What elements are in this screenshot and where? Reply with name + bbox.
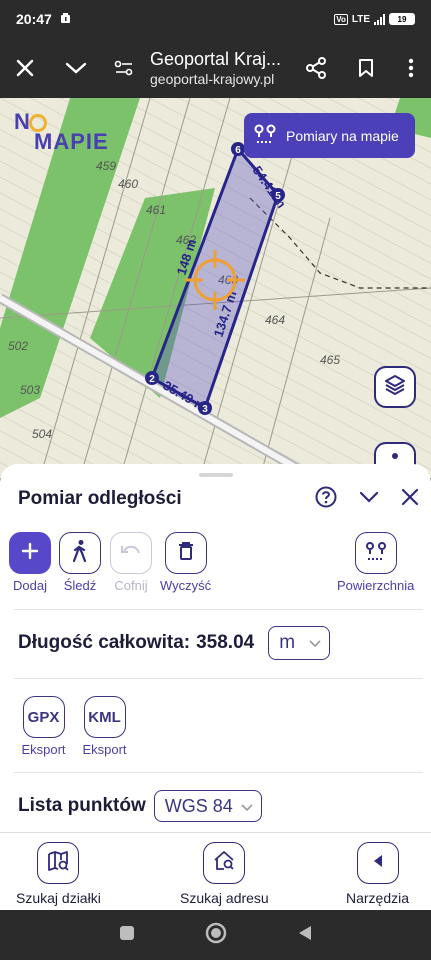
measure-panel: Pomiar odległości Dodaj Śledź Cofnij Wyc… [0, 464, 431, 832]
tools-button[interactable]: Narzędzia [346, 842, 409, 906]
home-search-icon [213, 850, 235, 877]
layers-button[interactable] [374, 366, 416, 408]
export-kml-button[interactable]: KML Eksport [77, 696, 132, 757]
measure-on-map-button[interactable]: Pomiary na mapie [244, 113, 415, 158]
parcel-number: 502 [8, 339, 28, 353]
parcel-number: 459 [96, 159, 116, 173]
total-length-value: 358.04 [196, 632, 255, 653]
track-label: Śledź [63, 578, 97, 593]
area-label: Powierzchnia [337, 578, 415, 593]
clear-label: Wyczyść [160, 578, 212, 593]
search-address-label: Szukaj adresu [180, 890, 269, 906]
browser-toolbar: Geoportal Kraj... geoportal-krajowy.pl [0, 38, 431, 98]
layers-icon [384, 374, 406, 401]
kml-format: KML [83, 696, 126, 738]
map-search-icon [47, 850, 70, 877]
divider [14, 678, 423, 679]
divider [14, 609, 423, 610]
export-gpx-button[interactable]: GPX Eksport [16, 696, 71, 757]
site-settings-icon[interactable] [102, 38, 146, 98]
parcel-number: 504 [32, 427, 52, 441]
gpx-format: GPX [22, 696, 65, 738]
map-view[interactable]: 459 460 461 462 463 464 465 502 503 504 … [0, 98, 431, 478]
trash-icon [178, 541, 194, 566]
bottom-navigation: Szukaj działki Szukaj adresu Narzędzia [0, 832, 431, 910]
total-length-label: Długość całkowita: [18, 632, 191, 653]
clear-button[interactable]: Wyczyść [160, 532, 211, 593]
signal-icon [374, 13, 385, 25]
search-parcel-label: Szukaj działki [16, 890, 101, 906]
tools-icon [371, 853, 385, 874]
chevron-down-icon [241, 796, 253, 817]
route-icon [254, 123, 276, 148]
search-parcel-button[interactable]: Szukaj działki [16, 842, 101, 906]
close-panel-icon[interactable] [401, 488, 419, 511]
undo-icon [120, 543, 142, 564]
sheet-drag-handle[interactable] [199, 473, 233, 477]
battery-icon: 19 [389, 13, 415, 25]
track-button[interactable]: Śledź [59, 532, 101, 593]
home-icon[interactable] [205, 922, 227, 949]
parcel-number: 460 [118, 177, 138, 191]
undo-label: Cofnij [114, 578, 148, 593]
back-icon[interactable] [297, 924, 313, 947]
parcel-number: 464 [265, 313, 285, 327]
parcel-number: 465 [320, 353, 340, 367]
area-button[interactable]: Powierzchnia [337, 532, 414, 593]
export-label: Eksport [82, 742, 127, 757]
walking-icon [70, 539, 90, 568]
page-title: Geoportal Kraj... [150, 49, 282, 69]
collapse-icon[interactable] [359, 490, 379, 509]
add-point-button[interactable]: Dodaj [9, 532, 51, 593]
network-type: LTE [351, 13, 370, 25]
vertex-label: 5 [275, 191, 281, 202]
panel-title: Pomiar odległości [18, 488, 182, 509]
share-icon[interactable] [291, 38, 341, 98]
volte-icon: Vo [334, 13, 348, 25]
parcel-number: 503 [20, 383, 40, 397]
search-address-button[interactable]: Szukaj adresu [180, 842, 269, 906]
tools-label: Narzędzia [346, 890, 410, 906]
notification-icon [60, 11, 71, 27]
vertex-label: 6 [235, 145, 241, 156]
points-list-label: Lista punktów [18, 795, 146, 816]
recents-icon[interactable] [119, 925, 135, 946]
area-icon [365, 540, 387, 567]
coord-system-select[interactable]: WGS 84 [153, 790, 262, 822]
system-navigation [0, 910, 431, 960]
coord-system-value: WGS 84 [164, 795, 233, 816]
vertex-label: 2 [149, 374, 155, 385]
bookmark-icon[interactable] [341, 38, 391, 98]
help-icon[interactable] [315, 486, 337, 513]
divider [14, 772, 423, 773]
status-time: 20:47 [16, 11, 52, 27]
chevron-down-icon[interactable] [50, 38, 102, 98]
parcel-number: 461 [146, 203, 166, 217]
unit-select[interactable]: m [268, 626, 331, 660]
status-bar: 20:47 Vo LTE 19 [0, 0, 431, 38]
vertex-label: 3 [202, 404, 208, 415]
undo-button[interactable]: Cofnij [110, 532, 152, 593]
measure-on-map-label: Pomiary na mapie [286, 127, 399, 144]
add-point-label: Dodaj [13, 578, 47, 593]
chevron-down-icon [309, 632, 321, 654]
plus-icon [21, 542, 39, 565]
unit-value: m [279, 632, 296, 653]
export-label: Eksport [21, 742, 66, 757]
app-logo: N MAPIE [14, 109, 109, 155]
more-vert-icon[interactable] [391, 38, 431, 98]
battery-level: 19 [397, 14, 407, 24]
page-url[interactable]: geoportal-krajowy.pl [150, 70, 291, 88]
close-icon[interactable] [0, 38, 50, 98]
